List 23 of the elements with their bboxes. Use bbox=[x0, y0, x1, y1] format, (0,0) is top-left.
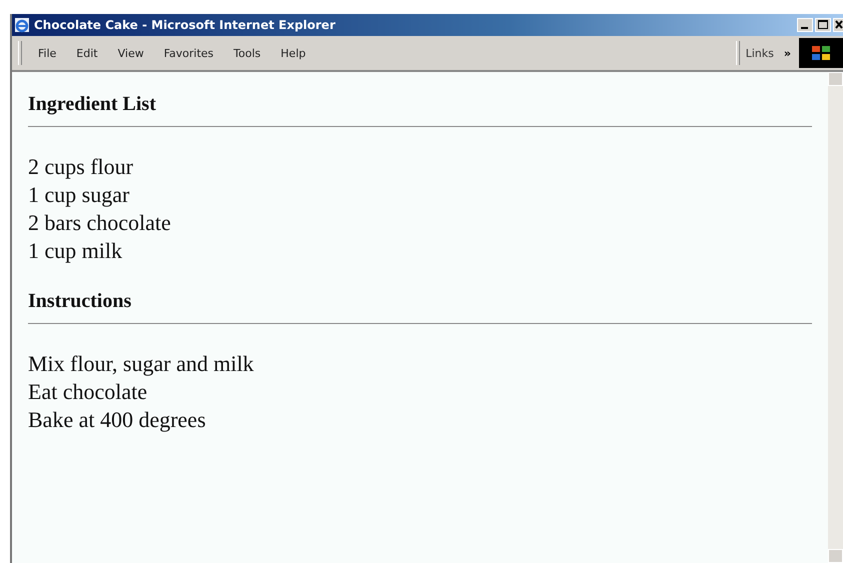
text-line: Eat chocolate bbox=[28, 378, 148, 406]
window-title: Chocolate Cake - Microsoft Internet Explorer bbox=[34, 18, 336, 32]
text-line: Mix flour, sugar and milk bbox=[28, 350, 255, 378]
text-line: Bake at 400 degrees bbox=[28, 406, 207, 434]
section-heading: Instructions bbox=[28, 289, 132, 313]
minimize-icon[interactable] bbox=[797, 18, 813, 32]
links-label: Links bbox=[746, 46, 774, 60]
chevron-button[interactable]: » bbox=[784, 46, 791, 60]
flag-icon bbox=[810, 44, 832, 62]
text-line: 1 cup sugar bbox=[28, 181, 130, 209]
text-line: 1 cup milk bbox=[28, 237, 124, 265]
menu-item[interactable]: View bbox=[118, 46, 144, 60]
text-line: 2 cups flour bbox=[28, 153, 134, 181]
menu-item[interactable]: File bbox=[38, 46, 56, 60]
text-line: 2 bars chocolate bbox=[28, 209, 172, 237]
menu-item[interactable]: Help bbox=[280, 46, 306, 60]
menu-item[interactable]: Tools bbox=[234, 46, 261, 60]
browser-icon bbox=[14, 17, 30, 33]
close-icon[interactable] bbox=[833, 18, 843, 32]
menu-item[interactable]: Favorites bbox=[164, 46, 214, 60]
maximize-icon[interactable] bbox=[815, 18, 831, 32]
menu-item[interactable]: Edit bbox=[76, 46, 98, 60]
section-heading: Ingredient List bbox=[28, 92, 157, 116]
